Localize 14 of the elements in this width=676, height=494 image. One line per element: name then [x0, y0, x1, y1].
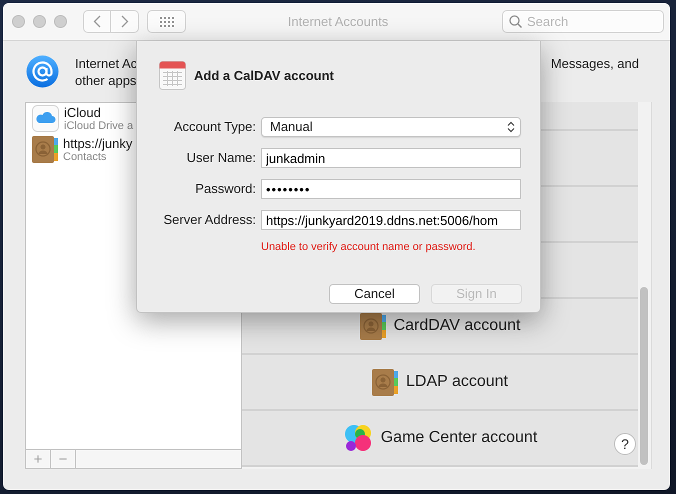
field-label: User Name:	[186, 149, 256, 167]
description-text: other apps	[75, 72, 138, 88]
account-name: iCloud	[64, 104, 102, 120]
account-detail: iCloud Drive a	[64, 120, 134, 132]
field-label: Server Address:	[162, 211, 256, 229]
description-text: Internet Ac	[75, 54, 138, 72]
window-title: Internet Accounts	[288, 12, 388, 31]
account-detail: Contacts	[63, 150, 106, 164]
account-name: https://junky	[63, 136, 132, 150]
description-text: Messages, and	[550, 54, 639, 72]
field-label: Password:	[194, 180, 256, 198]
error-message: Unable to verify account name or password.	[261, 240, 477, 255]
dialog-title: Add a CalDAV account	[194, 66, 334, 85]
field-label: Account Type:	[172, 118, 256, 136]
